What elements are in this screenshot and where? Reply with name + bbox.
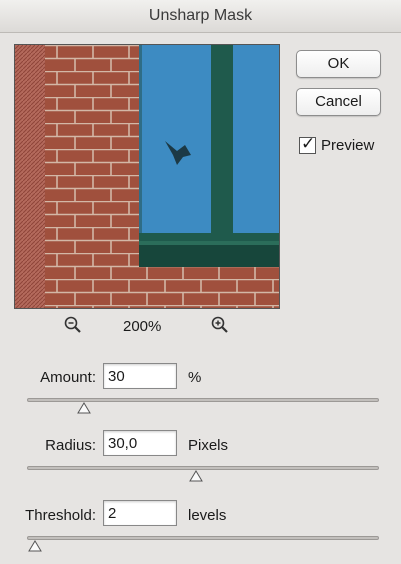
- threshold-slider-track[interactable]: [27, 536, 379, 540]
- preview-illustration: [15, 45, 279, 308]
- zoom-out-icon[interactable]: [64, 316, 82, 334]
- amount-slider-thumb[interactable]: [76, 402, 91, 414]
- radius-slider-thumb[interactable]: [189, 470, 204, 482]
- threshold-unit: levels: [188, 507, 227, 524]
- threshold-slider-thumb[interactable]: [27, 540, 42, 552]
- amount-input[interactable]: 30: [103, 363, 177, 389]
- checkmark-icon: ✓: [301, 133, 316, 153]
- zoom-level: 200%: [123, 318, 162, 335]
- dialog-title: Unsharp Mask: [0, 0, 401, 33]
- threshold-label: Threshold:: [25, 507, 96, 524]
- preview-checkbox[interactable]: ✓: [299, 133, 316, 154]
- radius-unit: Pixels: [188, 437, 229, 454]
- radius-label: Radius:: [45, 437, 96, 454]
- preview-toggle[interactable]: ✓ Preview: [299, 133, 375, 155]
- zoom-in-icon[interactable]: [211, 316, 229, 334]
- threshold-input[interactable]: 2: [103, 500, 177, 526]
- amount-unit: %: [188, 369, 202, 386]
- cancel-button[interactable]: Cancel: [296, 88, 381, 116]
- preview-checkbox-label: Preview: [321, 136, 375, 154]
- amount-label: Amount:: [40, 369, 96, 386]
- radius-input[interactable]: 30,0: [103, 430, 177, 456]
- ok-button[interactable]: OK: [296, 50, 381, 78]
- zoom-controls: 200%: [0, 316, 300, 338]
- preview-image[interactable]: [14, 44, 280, 309]
